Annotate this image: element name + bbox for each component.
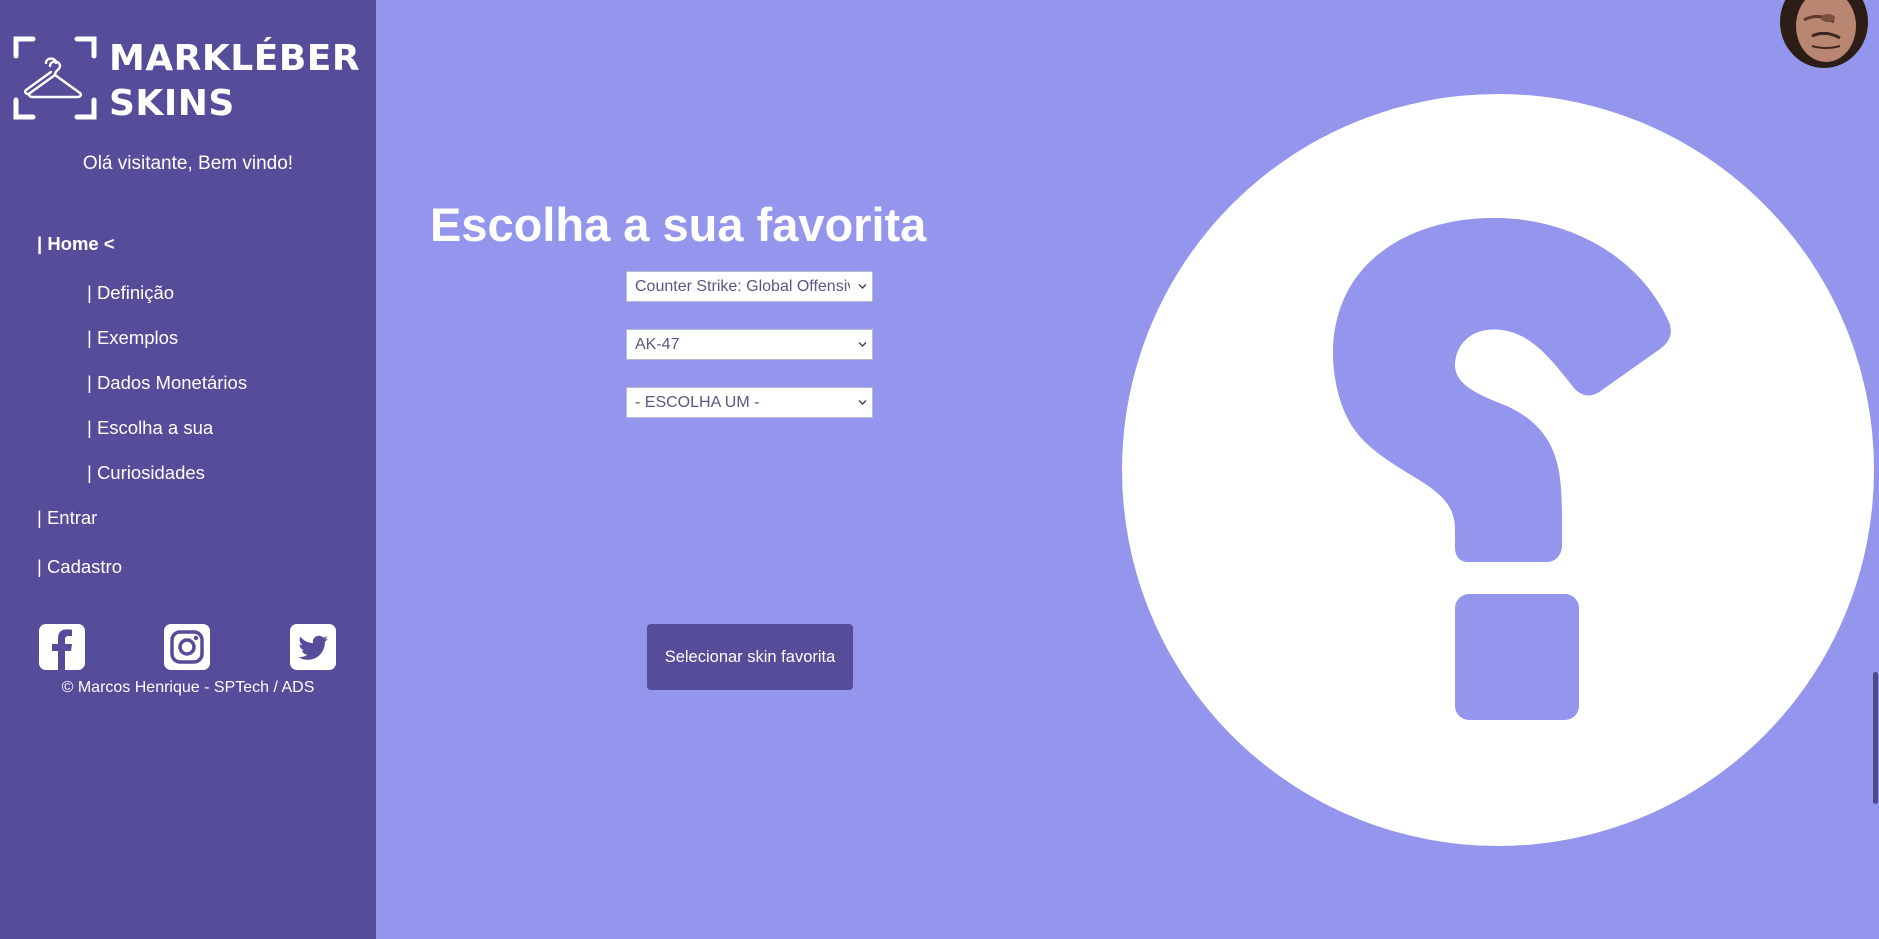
scrollbar-thumb[interactable] <box>1873 672 1878 804</box>
game-select-value: Counter Strike: Global Offensive <box>635 278 850 295</box>
footer-copyright: © Marcos Henrique - SPTech / ADS <box>61 679 315 696</box>
nav-item-definicao[interactable]: | Definição <box>87 282 174 304</box>
skin-select-value: - ESCOLHA UM - <box>635 394 760 411</box>
sidebar: MARKLÉBER SKINS Olá visitante, Bem vindo… <box>0 0 376 939</box>
nav-item-exemplos[interactable]: | Exemplos <box>87 327 178 349</box>
page-title: Escolha a sua favorita <box>430 198 927 251</box>
avatar-image <box>1780 0 1868 68</box>
twitter-button[interactable] <box>290 624 336 670</box>
chevron-down-icon <box>858 400 867 405</box>
nav-item-cadastro[interactable]: | Cadastro <box>37 556 122 578</box>
nav-item-curiosidades[interactable]: | Curiosidades <box>87 462 205 484</box>
facebook-button[interactable] <box>39 624 85 670</box>
nav-item-entrar[interactable]: | Entrar <box>37 507 97 529</box>
facebook-icon <box>52 629 72 670</box>
weapon-select[interactable]: AK-47 <box>626 329 873 360</box>
avatar <box>1774 0 1868 72</box>
sidebar-nav: | Home < | Definição | Exemplos | Dados … <box>0 0 376 600</box>
nav-item-home[interactable]: | Home < <box>37 233 115 255</box>
question-mark-icon <box>1122 94 1874 846</box>
weapon-select-value: AK-47 <box>635 336 680 353</box>
chevron-down-icon <box>858 284 867 289</box>
twitter-icon <box>298 635 328 660</box>
skin-select[interactable]: - ESCOLHA UM - <box>626 387 873 418</box>
instagram-icon <box>170 630 204 664</box>
chevron-down-icon <box>858 342 867 347</box>
vertical-scrollbar[interactable] <box>1872 0 1879 939</box>
game-select[interactable]: Counter Strike: Global Offensive <box>626 271 873 302</box>
select-favorite-skin-button[interactable]: Selecionar skin favorita <box>647 624 853 690</box>
nav-item-escolha-a-sua[interactable]: | Escolha a sua <box>87 417 213 439</box>
instagram-button[interactable] <box>164 624 210 670</box>
nav-item-dados-monetarios[interactable]: | Dados Monetários <box>87 372 247 394</box>
